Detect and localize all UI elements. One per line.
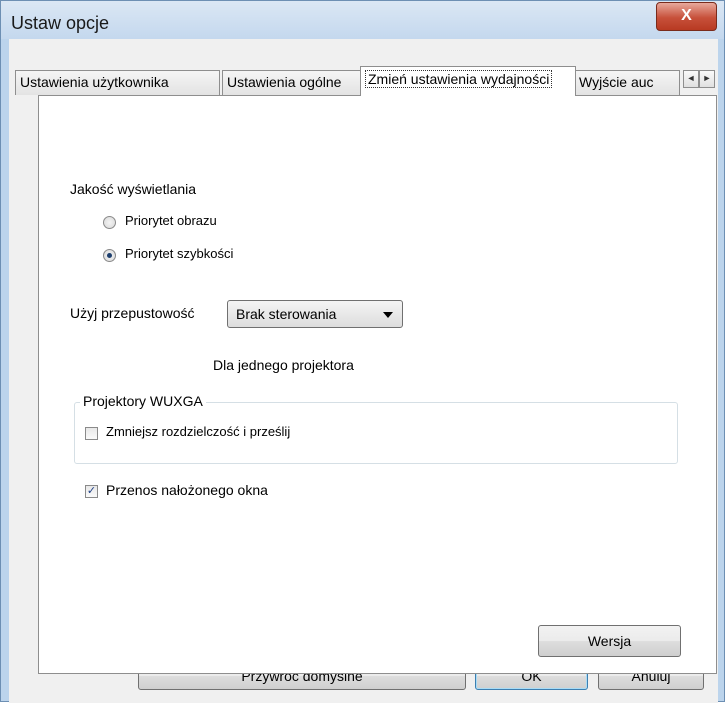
reduce-resolution-label[interactable]: Zmniejsz rozdzielczość i prześlij: [106, 424, 290, 439]
tab-label: Ustawienia użytkownika: [20, 74, 169, 90]
window-title: Ustaw opcje: [11, 13, 110, 33]
chevron-down-icon: [383, 312, 393, 318]
tab-user-settings[interactable]: Ustawienia użytkownika: [15, 70, 220, 95]
single-projector-note: Dla jednego projektora: [213, 357, 354, 373]
image-priority-label[interactable]: Priorytet obrazu: [125, 213, 217, 228]
tab-scroll-left-button[interactable]: ◄: [683, 70, 699, 88]
tab-label: Ustawienia ogólne: [227, 74, 342, 90]
display-quality-label: Jakość wyświetlania: [70, 181, 197, 197]
version-button[interactable]: Wersja: [538, 625, 681, 657]
bandwidth-select[interactable]: Brak sterowania: [227, 300, 403, 328]
arrow-right-icon: ►: [702, 73, 712, 83]
performance-settings-panel: Jakość wyświetlania Priorytet obrazu Pri…: [38, 95, 717, 674]
bandwidth-select-value: Brak sterowania: [236, 306, 337, 322]
speed-priority-label[interactable]: Priorytet szybkości: [125, 246, 233, 261]
tab-audio-output[interactable]: Wyjście auc: [574, 70, 680, 95]
tab-scroll-right-button[interactable]: ►: [699, 70, 715, 88]
bandwidth-label: Użyj przepustowość: [70, 305, 195, 321]
title-bar[interactable]: Ustaw opcje X: [1, 1, 724, 39]
close-button[interactable]: X: [656, 2, 717, 31]
options-dialog: Ustaw opcje X Ustawienia użytkownika Ust…: [0, 0, 725, 703]
tab-label: Zmień ustawienia wydajności: [365, 70, 553, 88]
tab-label: Wyjście auc: [579, 74, 654, 90]
wuxga-group-label: Projektory WUXGA: [80, 393, 206, 409]
image-priority-radio[interactable]: [103, 216, 116, 229]
speed-priority-radio[interactable]: [103, 249, 116, 262]
dialog-client-area: Ustawienia użytkownika Ustawienia ogólne…: [9, 39, 718, 703]
tab-performance-settings[interactable]: Zmień ustawienia wydajności: [360, 66, 576, 96]
overlay-window-checkbox[interactable]: ✓: [85, 485, 98, 498]
reduce-resolution-checkbox[interactable]: [85, 427, 98, 440]
tab-general-settings[interactable]: Ustawienia ogólne: [222, 70, 363, 95]
overlay-window-label[interactable]: Przenos nałożonego okna: [106, 482, 268, 498]
arrow-left-icon: ◄: [686, 73, 696, 83]
